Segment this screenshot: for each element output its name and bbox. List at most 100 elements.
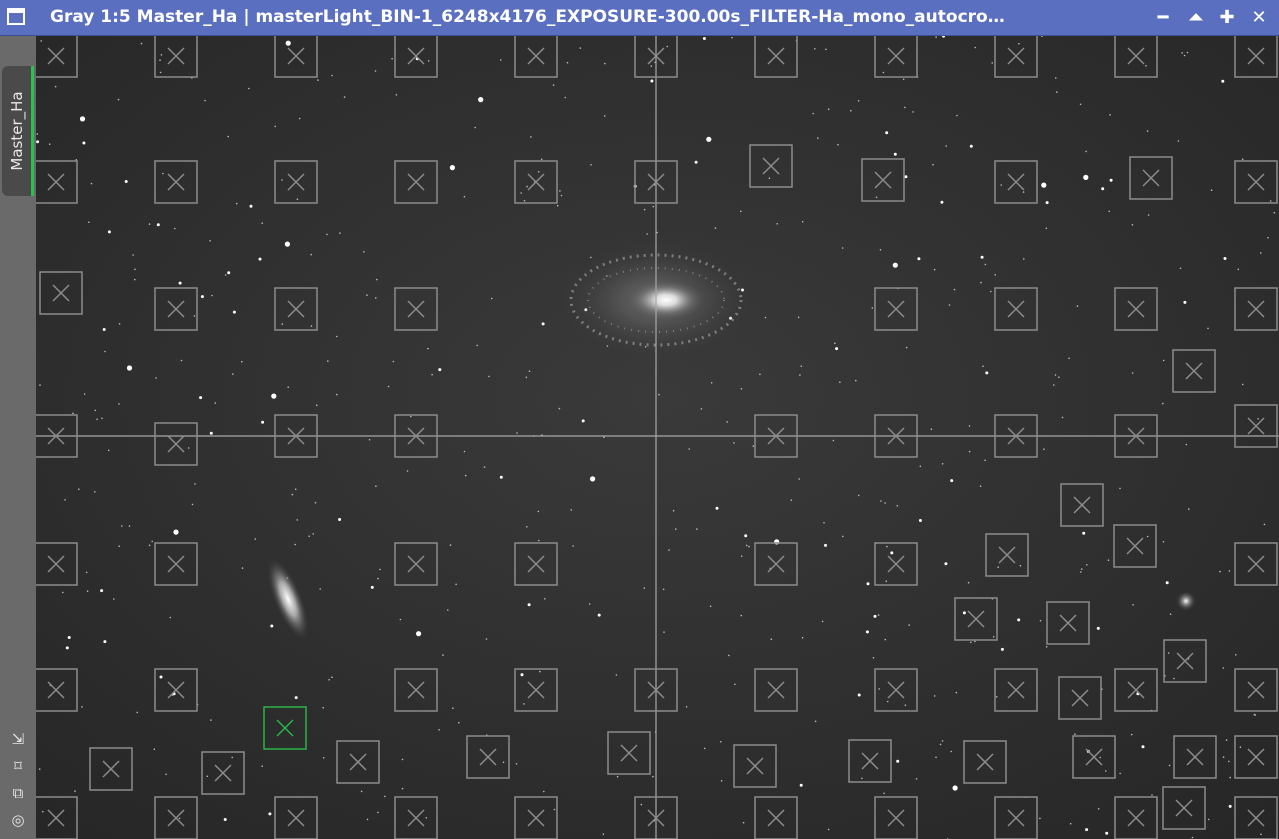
star xyxy=(982,365,984,368)
star xyxy=(970,641,972,644)
star xyxy=(308,535,311,537)
star xyxy=(399,618,402,621)
star xyxy=(991,62,993,64)
star xyxy=(118,323,121,325)
star xyxy=(650,65,653,67)
star xyxy=(841,247,844,249)
star xyxy=(850,109,852,112)
star xyxy=(368,438,371,441)
close-icon[interactable]: ✕ xyxy=(1248,7,1270,29)
star xyxy=(294,696,298,700)
star xyxy=(821,620,824,623)
star xyxy=(427,347,429,350)
star xyxy=(455,583,457,586)
window-titlebar[interactable]: Gray 1:5 Master_Ha | masterLight_BIN-1_6… xyxy=(0,0,1279,36)
view-tab-master-ha[interactable]: Master_Ha xyxy=(2,66,34,196)
minimize-icon[interactable]: ━ xyxy=(1152,7,1174,29)
star xyxy=(706,136,712,142)
star xyxy=(1273,211,1276,214)
star xyxy=(391,57,393,60)
small-galaxy xyxy=(1176,591,1196,611)
star xyxy=(1061,416,1064,419)
star xyxy=(538,539,540,542)
shade-icon[interactable]: ⏶ xyxy=(1185,7,1207,29)
star xyxy=(118,403,120,405)
star xyxy=(1086,564,1088,566)
star xyxy=(877,614,880,616)
star xyxy=(1023,258,1025,260)
star xyxy=(933,695,936,697)
star xyxy=(476,344,479,347)
star xyxy=(962,611,966,615)
star xyxy=(107,449,110,452)
star xyxy=(884,502,886,504)
star xyxy=(790,499,793,502)
star xyxy=(537,510,540,513)
star xyxy=(1147,214,1150,216)
preview-target-icon[interactable]: ◎ xyxy=(8,810,28,830)
star xyxy=(776,223,778,225)
star xyxy=(82,141,86,145)
star xyxy=(948,304,951,306)
star xyxy=(191,503,194,506)
star xyxy=(464,474,467,477)
star xyxy=(338,518,342,521)
star xyxy=(224,274,227,276)
star xyxy=(366,294,368,296)
star xyxy=(128,525,131,527)
image-canvas[interactable] xyxy=(36,36,1279,839)
star xyxy=(1173,677,1175,680)
fit-view-icon[interactable]: ⇲ xyxy=(8,729,28,749)
star xyxy=(204,99,206,102)
star xyxy=(328,679,330,681)
star xyxy=(890,551,894,555)
star xyxy=(702,37,706,40)
star xyxy=(1222,756,1225,758)
star xyxy=(1237,268,1240,271)
star xyxy=(281,323,284,325)
star xyxy=(539,670,541,673)
star xyxy=(285,40,291,46)
star xyxy=(932,163,934,166)
star xyxy=(54,85,57,88)
star xyxy=(232,373,234,375)
zoom-fit-icon[interactable]: ⌑ xyxy=(8,756,28,776)
star xyxy=(602,833,605,835)
star xyxy=(940,200,944,204)
clone-view-icon[interactable]: ⧉ xyxy=(8,783,28,803)
star xyxy=(799,783,803,787)
star xyxy=(241,360,243,363)
image-viewport[interactable] xyxy=(36,36,1279,839)
star xyxy=(1056,91,1058,93)
star xyxy=(1043,448,1045,451)
star xyxy=(261,222,263,224)
star xyxy=(666,45,669,48)
star xyxy=(941,740,944,742)
star xyxy=(113,598,115,600)
star xyxy=(527,603,531,607)
star xyxy=(121,525,123,527)
star xyxy=(199,396,203,400)
star xyxy=(406,470,409,472)
star xyxy=(211,294,213,297)
star xyxy=(322,706,325,709)
star xyxy=(1131,224,1134,226)
star xyxy=(834,342,836,345)
star xyxy=(1108,210,1110,213)
star xyxy=(883,792,885,795)
star xyxy=(744,534,748,538)
star xyxy=(668,549,670,551)
star xyxy=(490,297,493,300)
star xyxy=(485,638,488,640)
star xyxy=(1257,418,1259,420)
star xyxy=(1179,267,1182,270)
maximize-icon[interactable]: ✚ xyxy=(1216,7,1238,29)
window-icon[interactable] xyxy=(7,8,25,25)
star xyxy=(153,748,156,750)
star xyxy=(1167,652,1170,654)
star xyxy=(1045,227,1048,230)
star xyxy=(662,588,665,591)
star xyxy=(861,777,863,780)
star xyxy=(930,428,933,431)
star xyxy=(39,384,41,386)
